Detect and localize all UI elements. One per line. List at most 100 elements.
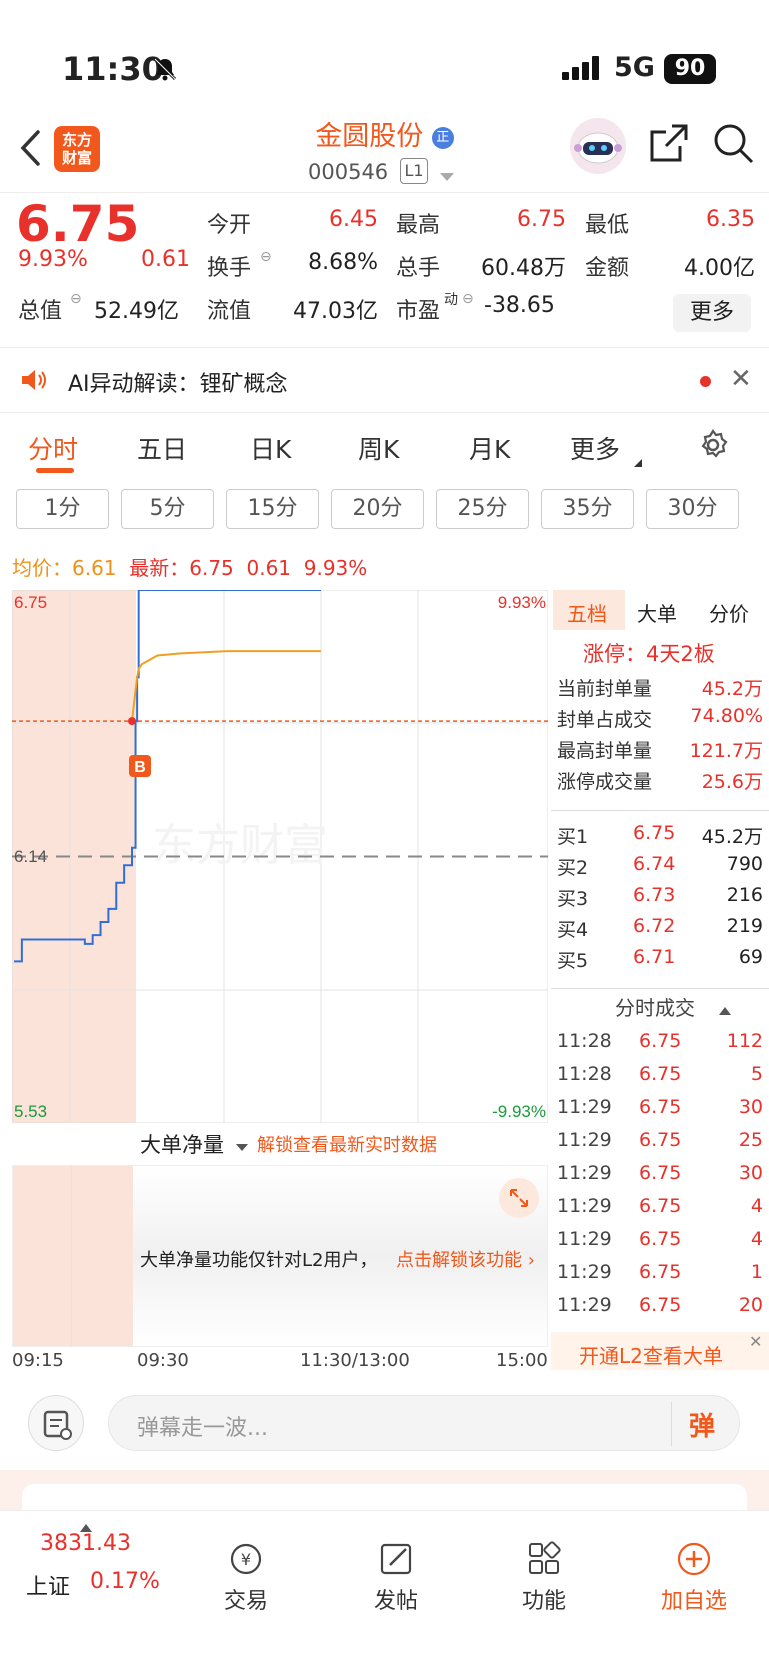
last-value: 6.75 — [189, 556, 234, 580]
y-mid-label: 6.14 — [14, 847, 47, 866]
chevron-down-icon[interactable] — [440, 168, 454, 187]
last-price: 6.75 — [16, 195, 140, 253]
ai-anomaly-bar[interactable]: AI异动解读：锂矿概念 ✕ — [0, 347, 769, 413]
trade-time: 11:29 — [557, 1129, 612, 1151]
plus-circle-icon — [677, 1542, 711, 1576]
nav-functions[interactable]: 功能 — [494, 1541, 594, 1615]
y-top-label: 6.75 — [14, 593, 47, 612]
tab-more[interactable]: 更多 — [570, 430, 620, 466]
x-label-0915: 09:15 — [12, 1350, 64, 1371]
bid-volume: 45.2万 — [701, 826, 763, 848]
interval-20m[interactable]: 20分 — [331, 489, 424, 529]
info-icon[interactable]: ⊖ — [70, 291, 82, 307]
tab-daily-k[interactable]: 日K — [250, 430, 291, 466]
more-button[interactable]: 更多 — [673, 294, 751, 332]
robot-assistant-icon[interactable] — [568, 116, 628, 180]
turnover-value: 8.68% — [308, 250, 378, 275]
trade-point — [128, 717, 136, 726]
x-label-1500: 15:00 — [496, 1350, 548, 1371]
low-value: 6.35 — [706, 207, 755, 232]
nav-trade[interactable]: ¥ 交易 — [196, 1541, 296, 1615]
amount-value: 4.00亿 — [684, 256, 755, 281]
amount-label: 金额 — [585, 256, 630, 281]
stat-label: 当前封单量 — [557, 678, 653, 700]
svg-text:¥: ¥ — [241, 1550, 251, 1569]
info-icon[interactable]: ⊖ — [462, 291, 474, 307]
tab-intraday[interactable]: 分时 — [28, 430, 78, 466]
trade-price: 6.75 — [639, 1195, 682, 1217]
danmu-button[interactable]: 弹 — [689, 1406, 715, 1443]
avg-value: 6.61 — [72, 556, 117, 580]
unlock-link[interactable]: 解锁查看最新实时数据 — [257, 1131, 437, 1157]
share-icon[interactable] — [648, 122, 690, 168]
nav-post[interactable]: 发帖 — [346, 1541, 446, 1615]
bid-price: 6.71 — [633, 946, 676, 968]
trade-price: 6.75 — [639, 1261, 682, 1283]
verified-icon: 正 — [431, 126, 454, 149]
close-icon[interactable]: ✕ — [749, 1332, 762, 1351]
l2-cta-bar[interactable]: 开通L2查看大单 ✕ — [551, 1332, 769, 1370]
search-icon[interactable] — [712, 122, 754, 168]
interval-15m[interactable]: 15分 — [226, 489, 319, 529]
tab-weekly-k[interactable]: 周K — [358, 430, 399, 466]
interval-30m[interactable]: 30分 — [646, 489, 739, 529]
post-list-icon[interactable] — [28, 1395, 84, 1451]
status-bar: 11:30 5G 90 — [0, 0, 769, 110]
buy-marker[interactable]: B — [129, 755, 151, 777]
expand-icon[interactable] — [499, 1178, 539, 1218]
avg-label: 均价： — [12, 556, 72, 580]
danmu-input[interactable]: 弹幕走一波... 弹 — [108, 1395, 740, 1451]
volume-panel-header: 大单净量 解锁查看最新实时数据 — [12, 1125, 548, 1165]
avg-price-line — [131, 650, 321, 722]
bid-price: 6.72 — [633, 915, 676, 937]
pe-label: 市盈 — [396, 299, 441, 324]
trades-title[interactable]: 分时成交 — [615, 992, 695, 1021]
trade-price: 6.75 — [639, 1096, 682, 1118]
interval-5m[interactable]: 5分 — [121, 489, 214, 529]
vol-grid-line — [71, 1166, 72, 1346]
trade-volume: 20 — [738, 1294, 763, 1316]
mktcap-value: 52.49亿 — [94, 299, 179, 324]
trade-volume: 25 — [738, 1129, 763, 1151]
pe-value: -38.65 — [484, 293, 555, 318]
gear-icon[interactable] — [696, 428, 730, 466]
open-value: 6.45 — [329, 207, 378, 232]
nav-functions-label: 功能 — [521, 1589, 566, 1614]
trade-volume: 1 — [750, 1261, 763, 1283]
info-icon[interactable]: ⊖ — [260, 249, 272, 265]
nav-add-watchlist[interactable]: 加自选 — [644, 1541, 744, 1615]
app-header: 东方 财富 金圆股份 正 000546 L1 — [0, 110, 769, 192]
volume-value: 60.48万 — [481, 256, 566, 281]
trade-price: 6.75 — [639, 1063, 682, 1085]
interval-25m[interactable]: 25分 — [436, 489, 529, 529]
trade-price: 6.75 — [639, 1030, 682, 1052]
trade-time: 11:28 — [557, 1030, 612, 1052]
index-value[interactable]: 3831.43 — [40, 1531, 131, 1556]
close-icon[interactable]: ✕ — [730, 364, 752, 394]
tab-monthly-k[interactable]: 月K — [469, 430, 510, 466]
float-label: 流值 — [207, 299, 252, 324]
intraday-chart[interactable]: 东方财富 6.75 6.14 5.53 9.93% -9.93% B — [12, 590, 548, 1123]
tab-five-day[interactable]: 五日 — [137, 430, 187, 466]
stat-label: 封单占成交 — [557, 709, 653, 731]
big-order-dropdown[interactable]: 大单净量 — [140, 1129, 224, 1159]
grid-icon — [529, 1541, 561, 1574]
order-book-panel: 五档 大单 分价 涨停：4天2板 当前封单量 45.2万 封单占成交 74.80% 最高… — [551, 590, 769, 1370]
status-time: 11:30 — [62, 50, 164, 88]
index-pct: 0.17% — [90, 1569, 160, 1594]
trade-time: 11:29 — [557, 1162, 612, 1184]
bid-label: 买3 — [557, 888, 589, 910]
unlock-feature-link[interactable]: 点击解锁该功能 › — [396, 1246, 535, 1272]
watermark: 东方财富 — [152, 821, 328, 870]
interval-1m[interactable]: 1分 — [16, 489, 109, 529]
time-axis: 09:15 09:30 11:30/13:00 15:00 — [12, 1350, 548, 1374]
interval-35m[interactable]: 35分 — [541, 489, 634, 529]
trade-price: 6.75 — [639, 1294, 682, 1316]
price-summary-line: 均价：6.61 最新：6.75 0.61 9.93% — [12, 552, 367, 581]
stat-label: 涨停成交量 — [557, 771, 653, 793]
tab-big-order[interactable]: 大单 — [637, 598, 677, 627]
tab-price-dist[interactable]: 分价 — [709, 598, 749, 627]
pe-sup: 动 — [444, 292, 458, 308]
tab-five-level[interactable]: 五档 — [567, 598, 607, 627]
level-badge[interactable]: L1 — [400, 158, 428, 184]
